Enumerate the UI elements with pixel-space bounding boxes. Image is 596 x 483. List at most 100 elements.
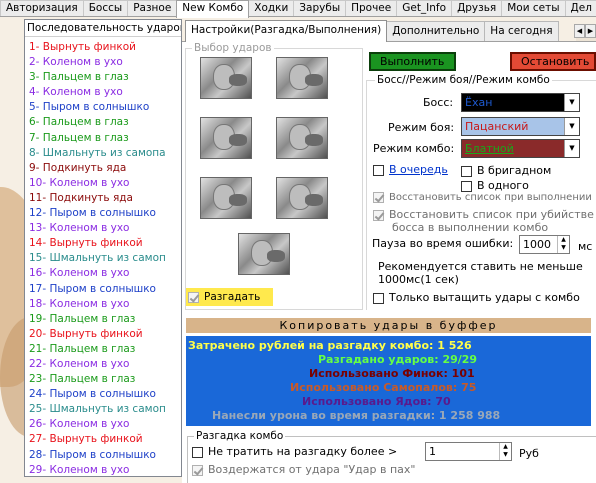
strike-sequence-item[interactable]: 8- Шмальнуть из самопа bbox=[25, 146, 181, 161]
boss-label: Босс: bbox=[423, 96, 454, 109]
strike-sequence-list[interactable]: 1- Вырнуть финкой 2- Коленом в ухо 3- Паль… bbox=[25, 37, 181, 478]
max-rubles-input[interactable]: 1 ▲ ▼ bbox=[425, 442, 512, 461]
tab-scroll-right-icon[interactable]: ▶ bbox=[585, 24, 596, 38]
strike-image-6[interactable] bbox=[276, 177, 328, 219]
not-spend-row[interactable]: Не тратить на разгадку более > bbox=[192, 445, 397, 458]
combo-mode-select[interactable]: Блатной ▼ bbox=[461, 139, 580, 158]
strike-image-7[interactable] bbox=[238, 233, 290, 275]
tab-fights[interactable]: Зарубы bbox=[293, 0, 347, 16]
restore-list-row[interactable]: Восстановить список при выполнении bbox=[373, 191, 592, 204]
pause-spinner-icon[interactable]: ▲ ▼ bbox=[557, 236, 569, 253]
strike-sequence-item[interactable]: 14- Вырнуть финкой bbox=[25, 236, 181, 251]
strike-sequence-item[interactable]: 18- Коленом в ухо bbox=[25, 297, 181, 312]
tab-get-info[interactable]: Get_Info bbox=[396, 0, 453, 16]
strike-image-5[interactable] bbox=[200, 177, 252, 219]
combo-mode-dropdown-icon[interactable]: ▼ bbox=[564, 140, 579, 157]
strike-sequence-item[interactable]: 22- Коленом в ухо bbox=[25, 357, 181, 372]
strike-sequence-item[interactable]: 11- Подкинуть яда bbox=[25, 191, 181, 206]
abstain-checkbox[interactable] bbox=[192, 464, 203, 476]
strike-sequence-item[interactable]: 16- Коленом в ухо bbox=[25, 266, 181, 281]
queue-row[interactable]: В очередь bbox=[373, 163, 448, 176]
stats-panel: Затрачено рублей на разгадку комбо: 1 52… bbox=[186, 336, 591, 426]
brigade-checkbox[interactable] bbox=[461, 165, 472, 177]
brigade-label: В бригадном bbox=[477, 164, 552, 177]
not-spend-checkbox[interactable] bbox=[192, 446, 203, 458]
settings-tab-bar: Настройки(Разгадка/Выполнения) Дополните… bbox=[185, 20, 559, 42]
max-rubles-spinner-icon[interactable]: ▲ ▼ bbox=[499, 443, 511, 460]
strike-image-2[interactable] bbox=[276, 57, 328, 99]
tab-scroll-left-icon[interactable]: ◀ bbox=[574, 24, 585, 38]
currency-label: Руб bbox=[519, 447, 539, 460]
copy-strikes-button[interactable]: Копировать удары в буффер bbox=[186, 318, 591, 333]
strike-sequence-item[interactable]: 5- Пыром в солнышко bbox=[25, 100, 181, 115]
tab-other[interactable]: Прочее bbox=[345, 0, 398, 16]
tab-bosses[interactable]: Боссы bbox=[82, 0, 129, 16]
fight-mode-label: Режим боя: bbox=[388, 121, 455, 134]
strike-sequence-item[interactable]: 28- Пыром в солнышко bbox=[25, 448, 181, 463]
strike-sequence-item[interactable]: 29- Коленом в ухо bbox=[25, 463, 181, 478]
tab-settings[interactable]: Настройки(Разгадка/Выполнения) bbox=[185, 20, 388, 42]
strike-sequence-item[interactable]: 7- Пальцем в глаз bbox=[25, 131, 181, 146]
strike-sequence-item[interactable]: 20- Вырнуть финкой bbox=[25, 327, 181, 342]
strike-image-1[interactable] bbox=[200, 57, 252, 99]
tab-walks[interactable]: Ходки bbox=[248, 0, 295, 16]
tab-additional[interactable]: Дополнительно bbox=[386, 21, 486, 41]
boss-dropdown-icon[interactable]: ▼ bbox=[564, 94, 579, 111]
abstain-row[interactable]: Воздержатся от удара "Удар в пах" bbox=[192, 463, 415, 476]
strike-sequence-item[interactable]: 12- Пыром в солнышко bbox=[25, 206, 181, 221]
single-checkbox[interactable] bbox=[461, 180, 472, 192]
guess-checkbox-box[interactable] bbox=[188, 291, 199, 303]
tab-my-sets[interactable]: Мои сеты bbox=[501, 0, 566, 16]
strike-sequence-item[interactable]: 23- Пальцем в глаз bbox=[25, 372, 181, 387]
pause-value: 1000 bbox=[523, 238, 551, 251]
queue-checkbox[interactable] bbox=[373, 164, 384, 176]
strike-sequence-item[interactable]: 10- Коленом в ухо bbox=[25, 176, 181, 191]
strike-sequence-item[interactable]: 19- Пальцем в глаз bbox=[25, 312, 181, 327]
strike-sequence-item[interactable]: 24- Пыром в солнышко bbox=[25, 387, 181, 402]
tab-today[interactable]: На сегодня bbox=[484, 21, 559, 41]
pause-input[interactable]: 1000 ▲ ▼ bbox=[519, 235, 570, 254]
brigade-row[interactable]: В бригадном bbox=[461, 164, 551, 177]
strike-sequence-item[interactable]: 3- Пальцем в глаз bbox=[25, 70, 181, 85]
strike-sequence-item[interactable]: 4- Коленом в ухо bbox=[25, 85, 181, 100]
pause-unit: мс bbox=[578, 240, 593, 253]
strike-sequence-item[interactable]: 15- Шмальнуть из самоп bbox=[25, 251, 181, 266]
pause-label: Пауза во время ошибки: bbox=[372, 237, 514, 250]
strike-sequence-item[interactable]: 2- Коленом в ухо bbox=[25, 55, 181, 70]
strike-image-3[interactable] bbox=[200, 117, 252, 159]
combo-mode-value: Блатной bbox=[465, 142, 514, 155]
restore-kill-row[interactable]: Восстановить список при убийстве bbox=[373, 208, 594, 221]
strike-sequence-item[interactable]: 27- Вырнуть финкой bbox=[25, 432, 181, 447]
strike-sequence-item[interactable]: 1- Вырнуть финкой bbox=[25, 40, 181, 55]
queue-link[interactable]: В очередь bbox=[389, 163, 448, 176]
fight-mode-dropdown-icon[interactable]: ▼ bbox=[564, 118, 579, 135]
strike-sequence-item[interactable]: 25- Шмальнуть из самоп bbox=[25, 402, 181, 417]
strike-image-4[interactable] bbox=[276, 117, 328, 159]
tab-new-combo[interactable]: New Комбо bbox=[176, 0, 250, 18]
fight-mode-select[interactable]: Пацанский ▼ bbox=[461, 117, 580, 136]
tab-misc[interactable]: Разное bbox=[127, 0, 178, 16]
boss-select[interactable]: Ёхан ▼ bbox=[461, 93, 580, 112]
strike-sequence-item[interactable]: 21- Пальцем в глаз bbox=[25, 342, 181, 357]
stop-button[interactable]: Остановить bbox=[510, 52, 596, 71]
combo-mode-label: Режим комбо: bbox=[373, 142, 455, 155]
stat-damage-dealt: Нанесли урона во время разгадки: 1 258 9… bbox=[212, 409, 501, 422]
strike-sequence-item[interactable]: 17- Пыром в солнышко bbox=[25, 282, 181, 297]
main-tab-bar: Авторизация Боссы Разное New Комбо Ходки… bbox=[0, 0, 596, 18]
restore-kill-checkbox[interactable] bbox=[373, 209, 384, 221]
guess-checkbox[interactable]: Разгадать bbox=[186, 288, 273, 306]
strike-sequence-item[interactable]: 6- Пальцем в глаз bbox=[25, 115, 181, 130]
strike-sequence-item[interactable]: 13- Коленом в ухо bbox=[25, 221, 181, 236]
tab-friends[interactable]: Друзья bbox=[451, 0, 503, 16]
stat-strikes-guessed: Разгадано ударов: 29/29 bbox=[318, 353, 478, 366]
tab-del[interactable]: Дел bbox=[564, 0, 596, 16]
restore-list-checkbox[interactable] bbox=[373, 191, 384, 203]
strike-sequence-item[interactable]: 9- Подкинуть яда bbox=[25, 161, 181, 176]
only-pull-row[interactable]: Только вытащить удары с комбо bbox=[373, 291, 580, 304]
strike-sequence-item[interactable]: 26- Коленом в ухо bbox=[25, 417, 181, 432]
run-button[interactable]: Выполнить bbox=[369, 52, 456, 71]
stat-rubles-spent: Затрачено рублей на разгадку комбо: 1 52… bbox=[188, 339, 472, 352]
tab-authorization[interactable]: Авторизация bbox=[0, 0, 84, 16]
stat-knives-used: Использовано Финок: 101 bbox=[309, 367, 475, 380]
only-pull-checkbox[interactable] bbox=[373, 292, 384, 304]
